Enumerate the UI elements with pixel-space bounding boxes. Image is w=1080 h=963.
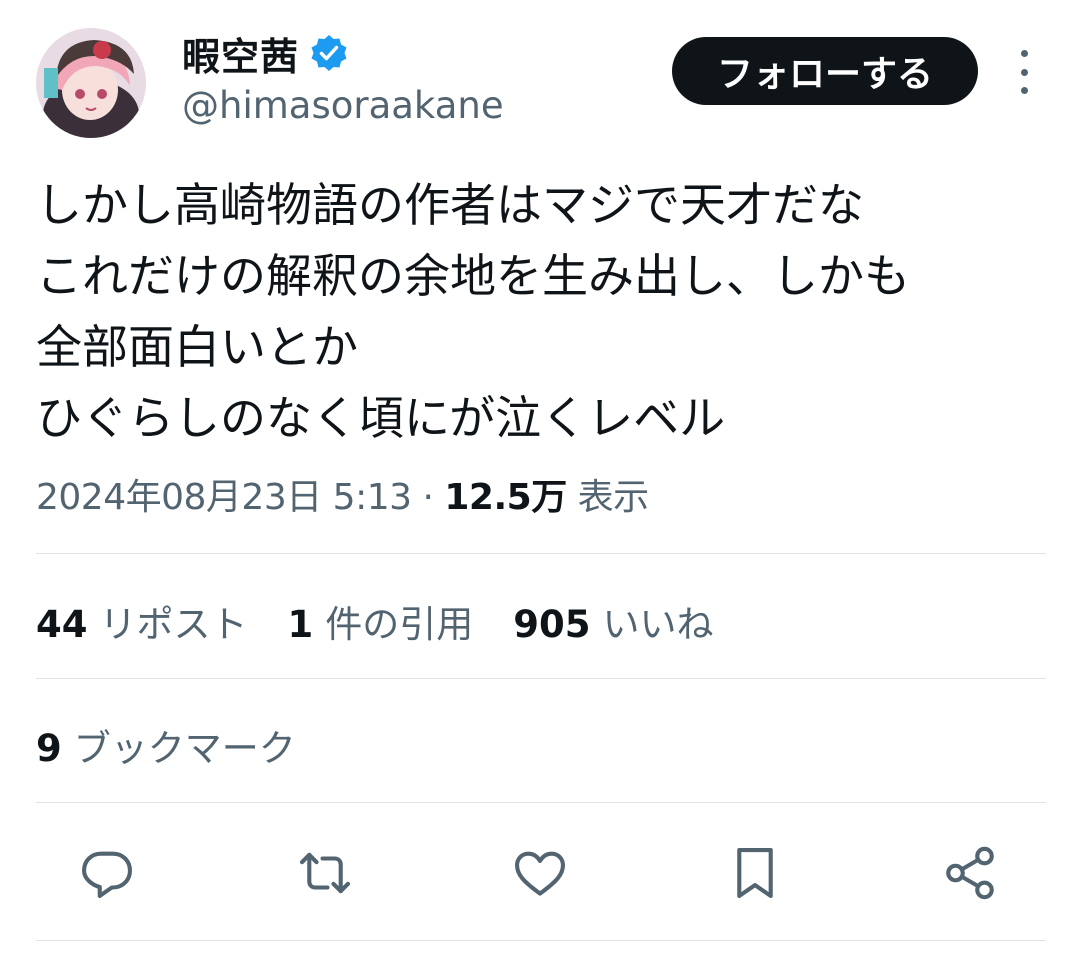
engagement-stats: 44 リポスト 1 件の引用 905 いいね [36,594,713,648]
repost-icon[interactable] [290,838,360,908]
quote-label: 件の引用 [325,603,474,646]
like-count: 905 [513,603,591,646]
more-icon[interactable] [1006,50,1042,94]
meta-separator: · [411,477,445,518]
author-name-row: 暇空茜 [182,26,349,80]
divider [36,553,1046,554]
views-label: 表示 [577,477,650,518]
tweet-line: ひぐらしのなく頃にが泣くレベル [36,391,726,445]
like-stat[interactable]: 905 いいね [513,594,713,648]
tweet-line: 全部面白いとか [36,320,358,374]
reply-icon[interactable] [72,838,142,908]
follow-button[interactable]: フォローする [672,37,978,105]
verified-badge-icon [309,33,349,73]
author-handle[interactable]: @himasoraakane [182,84,504,127]
author-avatar[interactable] [36,28,146,138]
bookmark-count: 9 [36,727,62,770]
divider [36,940,1046,941]
repost-label: リポスト [99,603,248,646]
bookmark-icon[interactable] [720,838,790,908]
heart-icon[interactable] [505,838,575,908]
quote-count: 1 [287,603,314,646]
tweet-meta: 2024年08月23日 5:13 · 12.5万 表示 [36,468,649,520]
views-count: 12.5万 [444,477,567,518]
tweet-body: しかし高崎物語の作者はマジで天才だな これだけの解釈の余地を生み出し、しかも 全… [36,170,1046,454]
tweet-line: これだけの解釈の余地を生み出し、しかも [36,249,910,303]
repost-count: 44 [36,603,88,646]
share-icon[interactable] [935,838,1005,908]
avatar-image [36,28,146,138]
tweet-timestamp[interactable]: 2024年08月23日 5:13 [36,477,412,518]
divider [36,678,1046,679]
tweet-line: しかし高崎物語の作者はマジで天才だな [36,178,864,232]
divider [36,802,1046,803]
like-label: いいね [602,603,714,646]
repost-stat[interactable]: 44 リポスト [36,594,248,648]
bookmark-stat[interactable]: 9 ブックマーク [36,718,296,772]
quote-stat[interactable]: 1 件の引用 [288,594,474,648]
action-bar [0,838,1080,908]
author-display-name[interactable]: 暇空茜 [182,26,299,81]
bookmark-label: ブックマーク [73,727,296,770]
